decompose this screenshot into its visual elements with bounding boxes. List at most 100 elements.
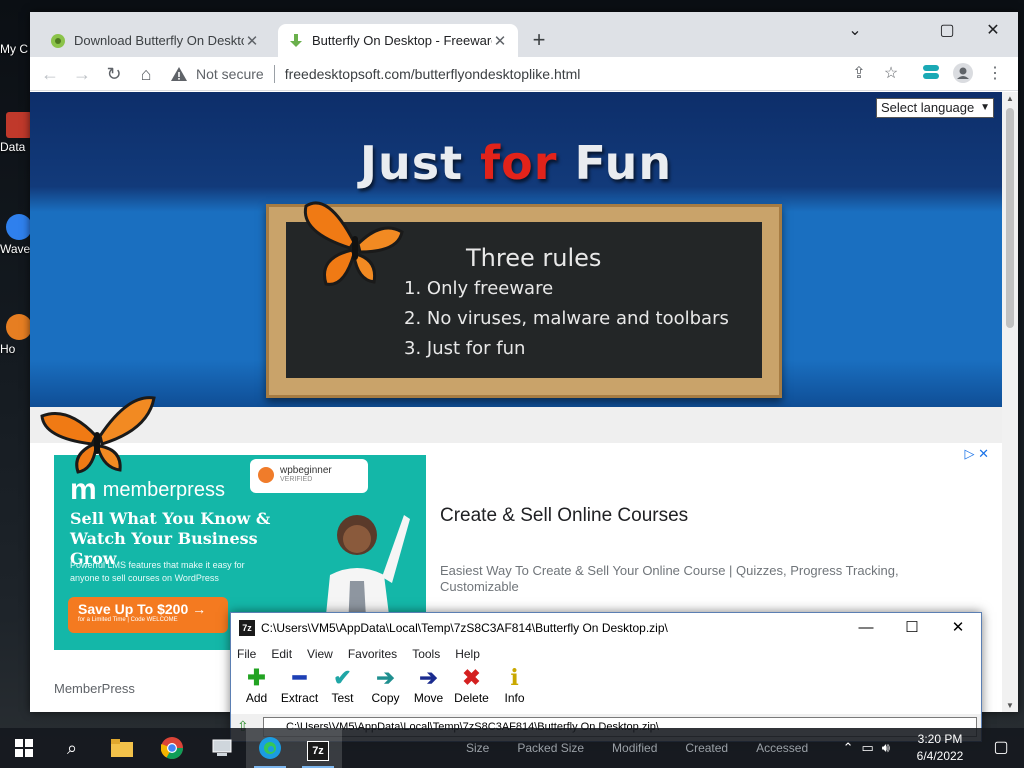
tab-title: Butterfly On Desktop - Freeware	[312, 33, 492, 48]
ad-title[interactable]: Create & Sell Online Courses	[440, 505, 688, 527]
volume-icon[interactable]: 🔊︎	[882, 740, 890, 756]
rule-item: 1. Only freeware	[404, 278, 554, 299]
badge-sub: VERIFIED	[280, 476, 313, 483]
tool-label: Add	[245, 691, 268, 705]
ad-choices-icon[interactable]: ▷ ✕	[964, 446, 989, 462]
test-button[interactable]: ✔ Test	[321, 665, 364, 713]
ad-description: Easiest Way To Create & Sell Your Online…	[440, 563, 899, 594]
info-button[interactable]: i Info	[493, 665, 536, 713]
system-tray: ⌃ ▭ 🔊︎	[835, 728, 890, 768]
chevron-up-icon[interactable]: ⌃	[843, 740, 854, 756]
maximize-button[interactable]: ☐	[889, 613, 935, 643]
desktop-icon-label: My C	[0, 42, 28, 56]
back-arrow-icon[interactable]: ←	[38, 62, 62, 86]
tool-label: Delete	[454, 691, 489, 705]
language-select-value: Select language	[881, 100, 975, 115]
kebab-menu-icon[interactable]: ⋮	[984, 63, 1006, 85]
sevenzip-taskbar-label: 7z	[307, 741, 329, 761]
forward-arrow-icon[interactable]: →	[70, 62, 94, 86]
chevron-down-icon: ▼	[980, 102, 990, 113]
menu-help[interactable]: Help	[455, 647, 480, 661]
language-select[interactable]: Select language ▼	[876, 98, 994, 118]
reload-icon[interactable]: ↻	[102, 62, 126, 86]
sevenzip-window: 7z C:\Users\VM5\AppData\Local\Temp\7zS8C…	[230, 612, 982, 742]
wpbeginner-badge: wpbeginner VERIFIED	[250, 459, 368, 493]
bookmark-star-icon[interactable]: ☆	[880, 63, 902, 85]
copy-button[interactable]: ➔ Copy	[364, 665, 407, 713]
ad-cta-button[interactable]: Save Up To $200 → for a Limited Time | C…	[68, 597, 228, 633]
memberpress-logo: m memberpress	[70, 473, 225, 506]
delete-button[interactable]: ✖ Delete	[450, 665, 493, 713]
network-icon[interactable]: ▭	[862, 740, 874, 756]
chrome-icon[interactable]	[148, 728, 196, 768]
new-tab-button[interactable]: +	[526, 28, 552, 54]
butterfly-icon[interactable]	[38, 394, 156, 474]
browser-toolbar: ← → ↻ ⌂ Not secure freedesktopsoft.com/b…	[30, 57, 1018, 91]
menu-view[interactable]: View	[307, 647, 333, 661]
page-scrollbar[interactable]: ▲ ▼	[1002, 92, 1018, 712]
close-tab-icon[interactable]: ✕	[492, 32, 508, 50]
window-title: C:\Users\VM5\AppData\Local\Temp\7zS8C3AF…	[261, 621, 668, 635]
info-icon: i	[510, 665, 519, 691]
cta-label: Save Up To $200 →	[78, 601, 207, 617]
taskbar: ⌕ 7z Size Packed Size Modified Created A…	[0, 728, 1024, 768]
url-text: freedesktopsoft.com/butterflyondesktopli…	[284, 66, 581, 82]
menu-tools[interactable]: Tools	[412, 647, 440, 661]
scrollbar-thumb[interactable]	[1006, 108, 1014, 328]
menu-edit[interactable]: Edit	[271, 647, 292, 661]
tool-label: Test	[331, 691, 354, 705]
move-button[interactable]: ➔ Move	[407, 665, 450, 713]
extract-icon: ━	[292, 665, 307, 690]
tab-search-icon[interactable]: ⌄	[832, 16, 878, 46]
badge-name: wpbeginner	[280, 465, 332, 476]
menu-favorites[interactable]: Favorites	[348, 647, 397, 661]
edge-icon[interactable]	[246, 728, 294, 768]
scroll-down-icon[interactable]: ▼	[1002, 701, 1018, 710]
butterfly-icon[interactable]	[298, 192, 410, 292]
cta-sub: for a Limited Time | Code WELCOME	[78, 617, 178, 623]
close-window-button[interactable]: ✕	[970, 16, 1016, 46]
windows-logo-icon	[15, 739, 33, 757]
search-icon[interactable]: ⌕	[48, 728, 96, 768]
extract-button[interactable]: ━ Extract	[278, 665, 321, 713]
tool-label: Info	[504, 691, 525, 705]
tab-strip: Download Butterfly On Desktop | ✕ Butter…	[30, 12, 1018, 57]
close-tab-icon[interactable]: ✕	[244, 32, 260, 50]
tool-label: Copy	[371, 691, 400, 705]
profile-avatar-icon[interactable]	[952, 63, 974, 85]
notification-icon[interactable]: ▢	[978, 728, 1024, 768]
file-explorer-icon[interactable]	[98, 728, 146, 768]
close-button[interactable]: ✕	[935, 613, 981, 643]
home-icon[interactable]: ⌂	[134, 62, 158, 86]
desktop-icon-ho[interactable]: Ho	[0, 314, 32, 356]
column-size: Size	[466, 741, 490, 755]
download-favicon-icon	[290, 33, 302, 47]
address-bar[interactable]: Not secure freedesktopsoft.com/butterfly…	[170, 60, 874, 88]
tool-label: Move	[413, 691, 444, 705]
maximize-button[interactable]: ▢	[924, 16, 970, 46]
share-icon[interactable]: ⇪	[848, 63, 870, 85]
tab-butterfly-on-desktop[interactable]: Butterfly On Desktop - Freeware ✕	[278, 24, 518, 57]
hero-title-part: for	[480, 136, 558, 190]
desktop-icon-my-computer[interactable]: My C	[0, 40, 30, 56]
tab-download-butterfly[interactable]: Download Butterfly On Desktop | ✕	[40, 24, 270, 57]
tool-label: Extract	[280, 691, 319, 705]
data-icon	[6, 112, 32, 138]
start-button[interactable]	[0, 728, 48, 768]
sevenzip-titlebar[interactable]: 7z C:\Users\VM5\AppData\Local\Temp\7zS8C…	[231, 613, 981, 643]
site-favicon-icon	[51, 33, 65, 48]
ad-advertiser[interactable]: MemberPress	[54, 681, 135, 696]
extension-icon[interactable]	[920, 63, 942, 85]
ad-subtext: Powerful LMS features that make it easy …	[70, 560, 245, 583]
flame-icon	[6, 314, 32, 340]
scroll-up-icon[interactable]: ▲	[1002, 94, 1018, 103]
minimize-button[interactable]: —	[843, 613, 889, 643]
rule-item: 3. Just for fun	[404, 338, 526, 359]
clock[interactable]: 3:20 PM 6/4/2022	[900, 731, 980, 765]
network-app-icon[interactable]	[198, 728, 246, 768]
desktop-icon-data[interactable]: Data	[0, 112, 32, 154]
add-button[interactable]: ✚ Add	[235, 665, 278, 713]
desktop-icon-wave[interactable]: Wave	[0, 214, 32, 256]
sevenzip-taskbar-icon[interactable]: 7z	[294, 728, 342, 768]
menu-file[interactable]: File	[237, 647, 256, 661]
